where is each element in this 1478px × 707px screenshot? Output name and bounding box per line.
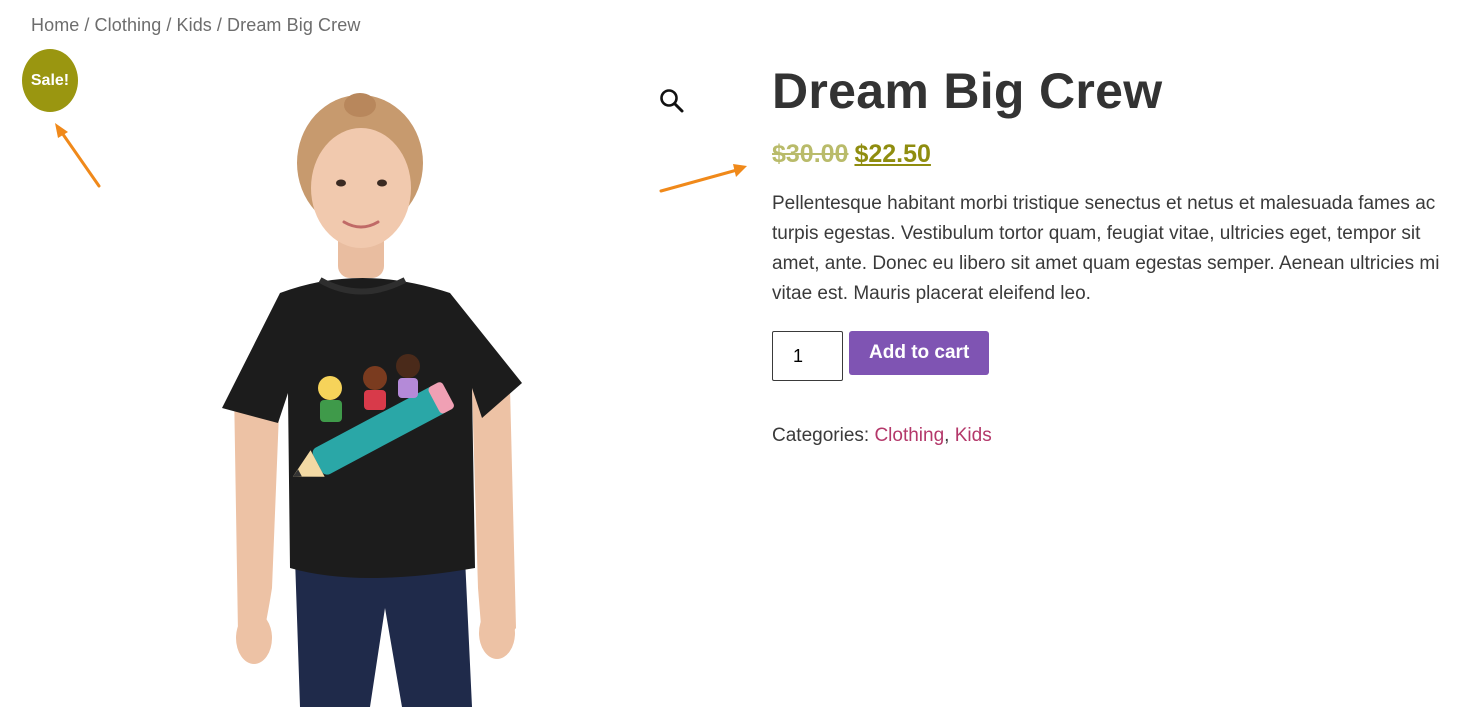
- breadcrumb-clothing[interactable]: Clothing: [95, 15, 162, 35]
- breadcrumb: Home / Clothing / Kids / Dream Big Crew: [31, 15, 360, 36]
- category-link-clothing[interactable]: Clothing: [874, 425, 944, 446]
- add-to-cart-form: Add to cart: [772, 331, 1472, 381]
- breadcrumb-current: Dream Big Crew: [227, 15, 361, 35]
- annotation-arrow-sale: [55, 123, 101, 188]
- product-title: Dream Big Crew: [772, 63, 1163, 119]
- sale-price: $22.50: [854, 140, 931, 168]
- breadcrumb-separator: /: [84, 15, 90, 35]
- quantity-input[interactable]: [772, 331, 843, 381]
- breadcrumb-separator: /: [166, 15, 172, 35]
- category-separator: ,: [944, 425, 950, 446]
- product-summary: Dream Big Crew $30.00 $22.50 Pellentesque…: [772, 60, 1472, 447]
- product-description: Pellentesque habitant morbi tristique se…: [772, 193, 1440, 304]
- magnifier-icon: [660, 89, 684, 113]
- category-link-kids[interactable]: Kids: [955, 425, 992, 446]
- product-price: $30.00 $22.50: [772, 140, 1472, 169]
- add-to-cart-button[interactable]: Add to cart: [849, 331, 990, 375]
- regular-price: $30.00: [772, 140, 849, 168]
- product-categories: Categories: Clothing, Kids: [772, 425, 1472, 447]
- annotation-arrow-price: [659, 164, 747, 193]
- breadcrumb-separator: /: [216, 15, 223, 35]
- categories-label: Categories:: [772, 425, 870, 446]
- breadcrumb-home[interactable]: Home: [31, 15, 79, 35]
- product-image: [222, 93, 522, 707]
- breadcrumb-kids[interactable]: Kids: [176, 15, 211, 35]
- zoom-button[interactable]: [656, 86, 688, 118]
- sale-badge: Sale!: [22, 49, 78, 112]
